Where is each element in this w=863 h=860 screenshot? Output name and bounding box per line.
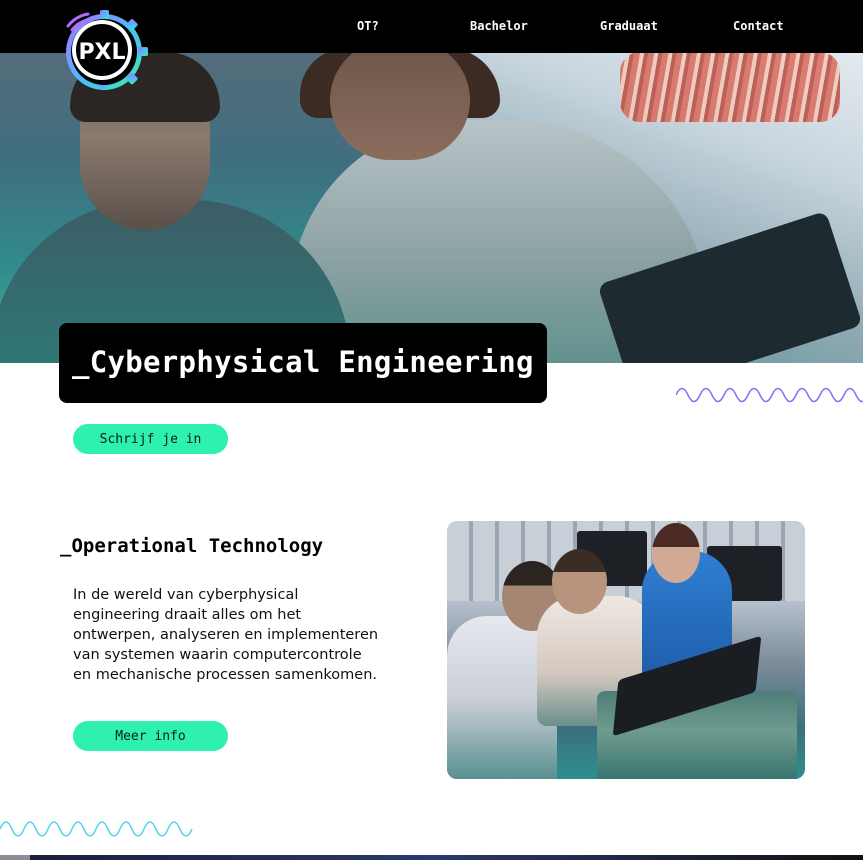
page-title: _Cyberphysical Engineering bbox=[72, 345, 534, 379]
enroll-button[interactable]: Schrijf je in bbox=[73, 424, 228, 454]
pxl-logo[interactable]: PXL bbox=[62, 10, 150, 90]
nav-link-contact[interactable]: Contact bbox=[733, 19, 784, 33]
section-title: _Operational Technology bbox=[60, 535, 324, 557]
nav-link-graduaat[interactable]: Graduaat bbox=[600, 19, 658, 33]
nav-link-bachelor[interactable]: Bachelor bbox=[470, 19, 528, 33]
hero-title-box: _Cyberphysical Engineering bbox=[59, 323, 547, 403]
students-lab-photo bbox=[447, 521, 805, 779]
decorative-wave-purple bbox=[676, 387, 863, 403]
next-section-edge bbox=[0, 855, 863, 860]
nav-link-ot[interactable]: OT? bbox=[357, 19, 379, 33]
section-description: In de wereld van cyberphysical engineeri… bbox=[73, 587, 379, 683]
more-info-button[interactable]: Meer info bbox=[73, 721, 228, 751]
logo-text: PXL bbox=[78, 40, 125, 65]
decorative-wave-cyan bbox=[0, 821, 193, 837]
